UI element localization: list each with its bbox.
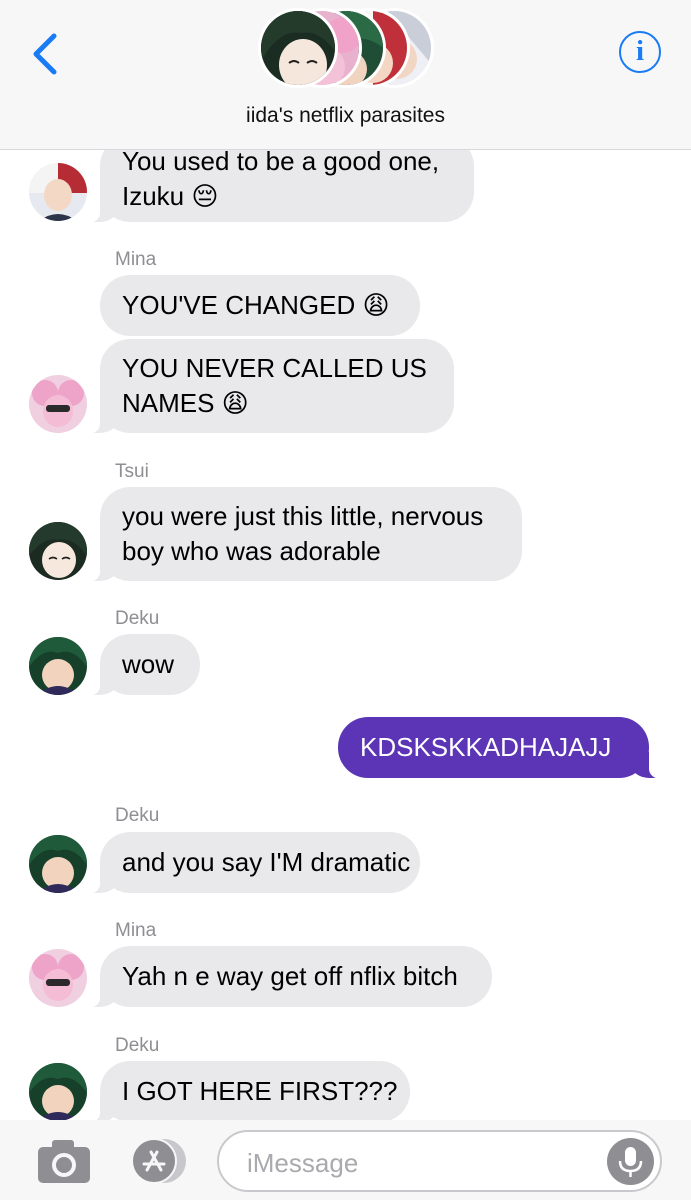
message-input[interactable]: iMessage bbox=[217, 1130, 662, 1192]
message-text: you were just this little, nervous boy w… bbox=[122, 501, 484, 566]
sender-name: Deku bbox=[115, 608, 160, 629]
message-text: Yah n e way get off nflix bitch bbox=[122, 961, 458, 991]
message-text: I GOT HERE FIRST??? bbox=[122, 1076, 398, 1106]
avatar[interactable] bbox=[29, 637, 87, 695]
message-text: YOU NEVER CALLED US NAMES 😩 bbox=[122, 353, 427, 418]
message-text: KDSKSKKADHAJAJJ bbox=[360, 732, 612, 762]
message-thread[interactable]: You used to be a good one, Izuku 😔 Mina … bbox=[0, 150, 691, 1120]
back-chevron-icon[interactable] bbox=[26, 30, 66, 78]
avatar[interactable] bbox=[29, 522, 87, 580]
message-bubble[interactable]: YOU'VE CHANGED 😩 bbox=[100, 275, 420, 336]
message-text: YOU'VE CHANGED 😩 bbox=[122, 290, 390, 320]
avatar[interactable] bbox=[29, 1063, 87, 1120]
avatar[interactable] bbox=[29, 375, 87, 433]
message-bubble[interactable]: You used to be a good one, Izuku 😔 bbox=[86, 150, 474, 223]
camera-icon[interactable] bbox=[36, 1137, 92, 1185]
group-avatar-stack[interactable] bbox=[258, 8, 438, 90]
member-avatar bbox=[258, 8, 338, 88]
avatar[interactable] bbox=[29, 949, 87, 1007]
message-bubble[interactable]: you were just this little, nervous boy w… bbox=[86, 487, 522, 582]
outgoing-message-bubble[interactable]: KDSKSKKADHAJAJJ bbox=[338, 717, 663, 779]
sender-name: Mina bbox=[115, 249, 157, 270]
avatar[interactable] bbox=[29, 163, 87, 221]
sender-name: Mina bbox=[115, 920, 157, 941]
message-input-placeholder: iMessage bbox=[247, 1148, 359, 1178]
sender-name: Tsui bbox=[115, 461, 149, 482]
message-text: and you say I'M dramatic bbox=[122, 847, 411, 877]
avatar[interactable] bbox=[29, 835, 87, 893]
microphone-icon[interactable] bbox=[607, 1138, 654, 1185]
message-text: wow bbox=[122, 649, 175, 679]
sender-name: Deku bbox=[115, 805, 160, 826]
message-bubble[interactable]: Yah n e way get off nflix bitch bbox=[86, 946, 492, 1008]
sender-name: Deku bbox=[115, 1035, 160, 1056]
group-title[interactable]: iida's netflix parasites bbox=[0, 104, 691, 128]
app-store-icon[interactable] bbox=[126, 1137, 188, 1185]
message-bubble[interactable]: and you say I'M dramatic bbox=[86, 832, 420, 894]
info-icon[interactable]: i bbox=[619, 31, 661, 73]
message-bubble[interactable]: I GOT HERE FIRST??? bbox=[86, 1061, 410, 1120]
message-bubble[interactable]: wow bbox=[86, 634, 200, 696]
message-text: You used to be a good one, Izuku 😔 bbox=[122, 150, 440, 211]
message-bubble[interactable]: YOU NEVER CALLED US NAMES 😩 bbox=[86, 339, 454, 434]
conversation-header: i iida's netflix parasites bbox=[0, 0, 691, 150]
